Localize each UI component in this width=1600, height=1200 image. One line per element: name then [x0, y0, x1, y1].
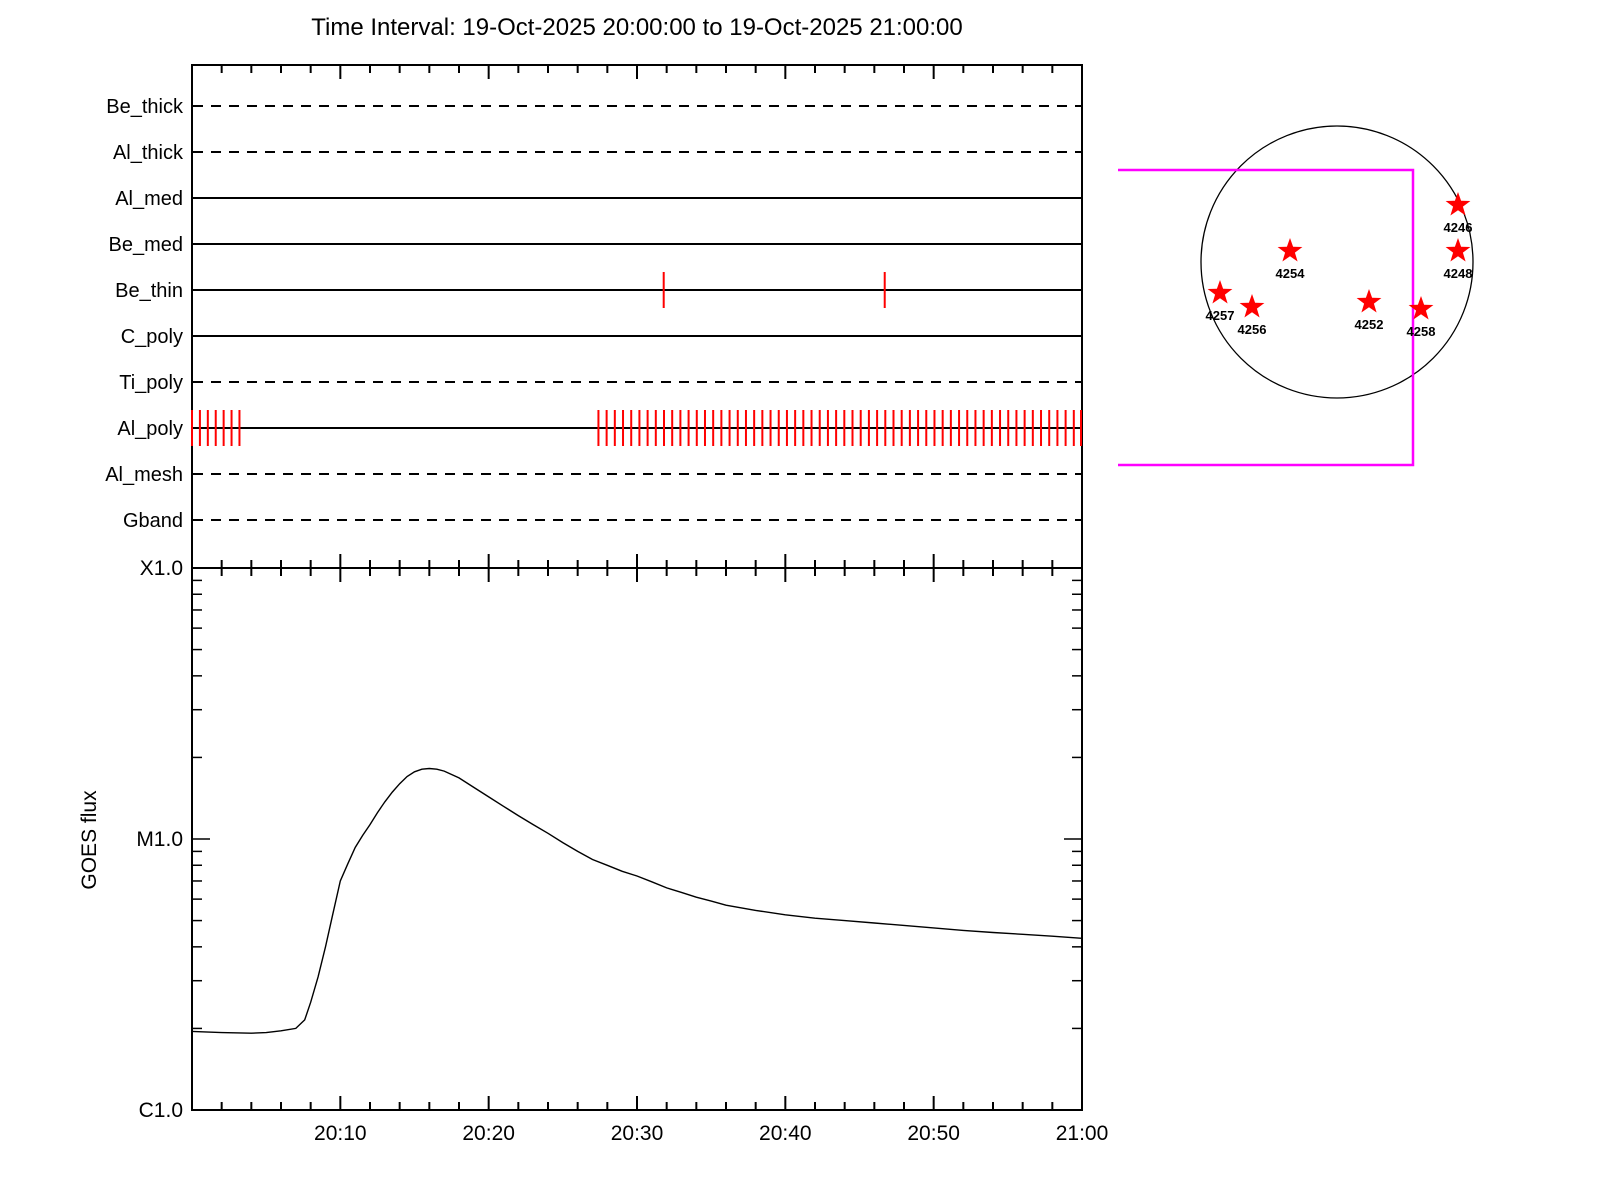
- channel-label: Gband: [123, 510, 183, 532]
- plot-canvas: Time Interval: 19-Oct-2025 20:00:00 to 1…: [0, 0, 1600, 1200]
- active-region-label: 4246: [1444, 220, 1473, 235]
- channel-label: Be_med: [109, 234, 184, 256]
- y-tick-label: M1.0: [136, 828, 183, 851]
- y-tick-label: X1.0: [140, 557, 183, 580]
- y-tick-label: C1.0: [139, 1099, 183, 1122]
- active-region-label: 4252: [1355, 317, 1384, 332]
- active-region-label: 4258: [1407, 324, 1436, 339]
- active-region-label: 4248: [1444, 266, 1473, 281]
- channel-label: Be_thick: [106, 96, 184, 118]
- channel-label: Al_poly: [117, 418, 183, 440]
- active-region-label: 4256: [1238, 322, 1267, 337]
- active-region-star: [1445, 238, 1471, 262]
- solar-limb-circle: [1200, 125, 1474, 399]
- channel-label: Al_mesh: [105, 464, 183, 486]
- timeline-panel: Be_thick Al_thick Al_med Be_med Be_thin C_pol…: [105, 64, 1083, 569]
- x-tick-label: 20:20: [462, 1122, 515, 1145]
- channel-label: Be_thin: [115, 280, 183, 302]
- timeline-panel-border: [191, 64, 1083, 569]
- active-region-star: [1445, 192, 1471, 216]
- channel-label: C_poly: [121, 326, 183, 348]
- active-region-star: [1239, 294, 1265, 318]
- x-tick-label: 20:50: [907, 1122, 960, 1145]
- solar-disk-panel: 4246 4248 4254 42574256 4252 4258: [1118, 125, 1474, 467]
- channel-label: Ti_poly: [119, 372, 183, 394]
- active-region-star: [1207, 280, 1233, 304]
- x-tick-label: 20:10: [314, 1122, 367, 1145]
- goes-curve: [191, 767, 1083, 1034]
- channel-label: Al_thick: [113, 142, 184, 164]
- channel-label: Al_med: [115, 188, 183, 210]
- active-region-label: 4254: [1276, 266, 1306, 281]
- x-tick-label: 20:40: [759, 1122, 812, 1145]
- active-region-star: [1356, 289, 1382, 313]
- x-tick-label: 20:30: [611, 1122, 664, 1145]
- y-axis-title: GOES flux: [78, 790, 101, 890]
- goes-panel-border: [191, 567, 1083, 1111]
- active-region-star: [1277, 238, 1303, 262]
- goes-panel: 20:10 20:20 20:30 20:40 20:50 21:00 X1.0 M1.0 C1…: [136, 557, 1108, 1145]
- x-tick-label: 21:00: [1056, 1122, 1109, 1145]
- active-region-label: 4257: [1206, 308, 1235, 323]
- plot-svg: GOES flux Be_thickAl_thickAl_medBe_medBe…: [78, 64, 1474, 1145]
